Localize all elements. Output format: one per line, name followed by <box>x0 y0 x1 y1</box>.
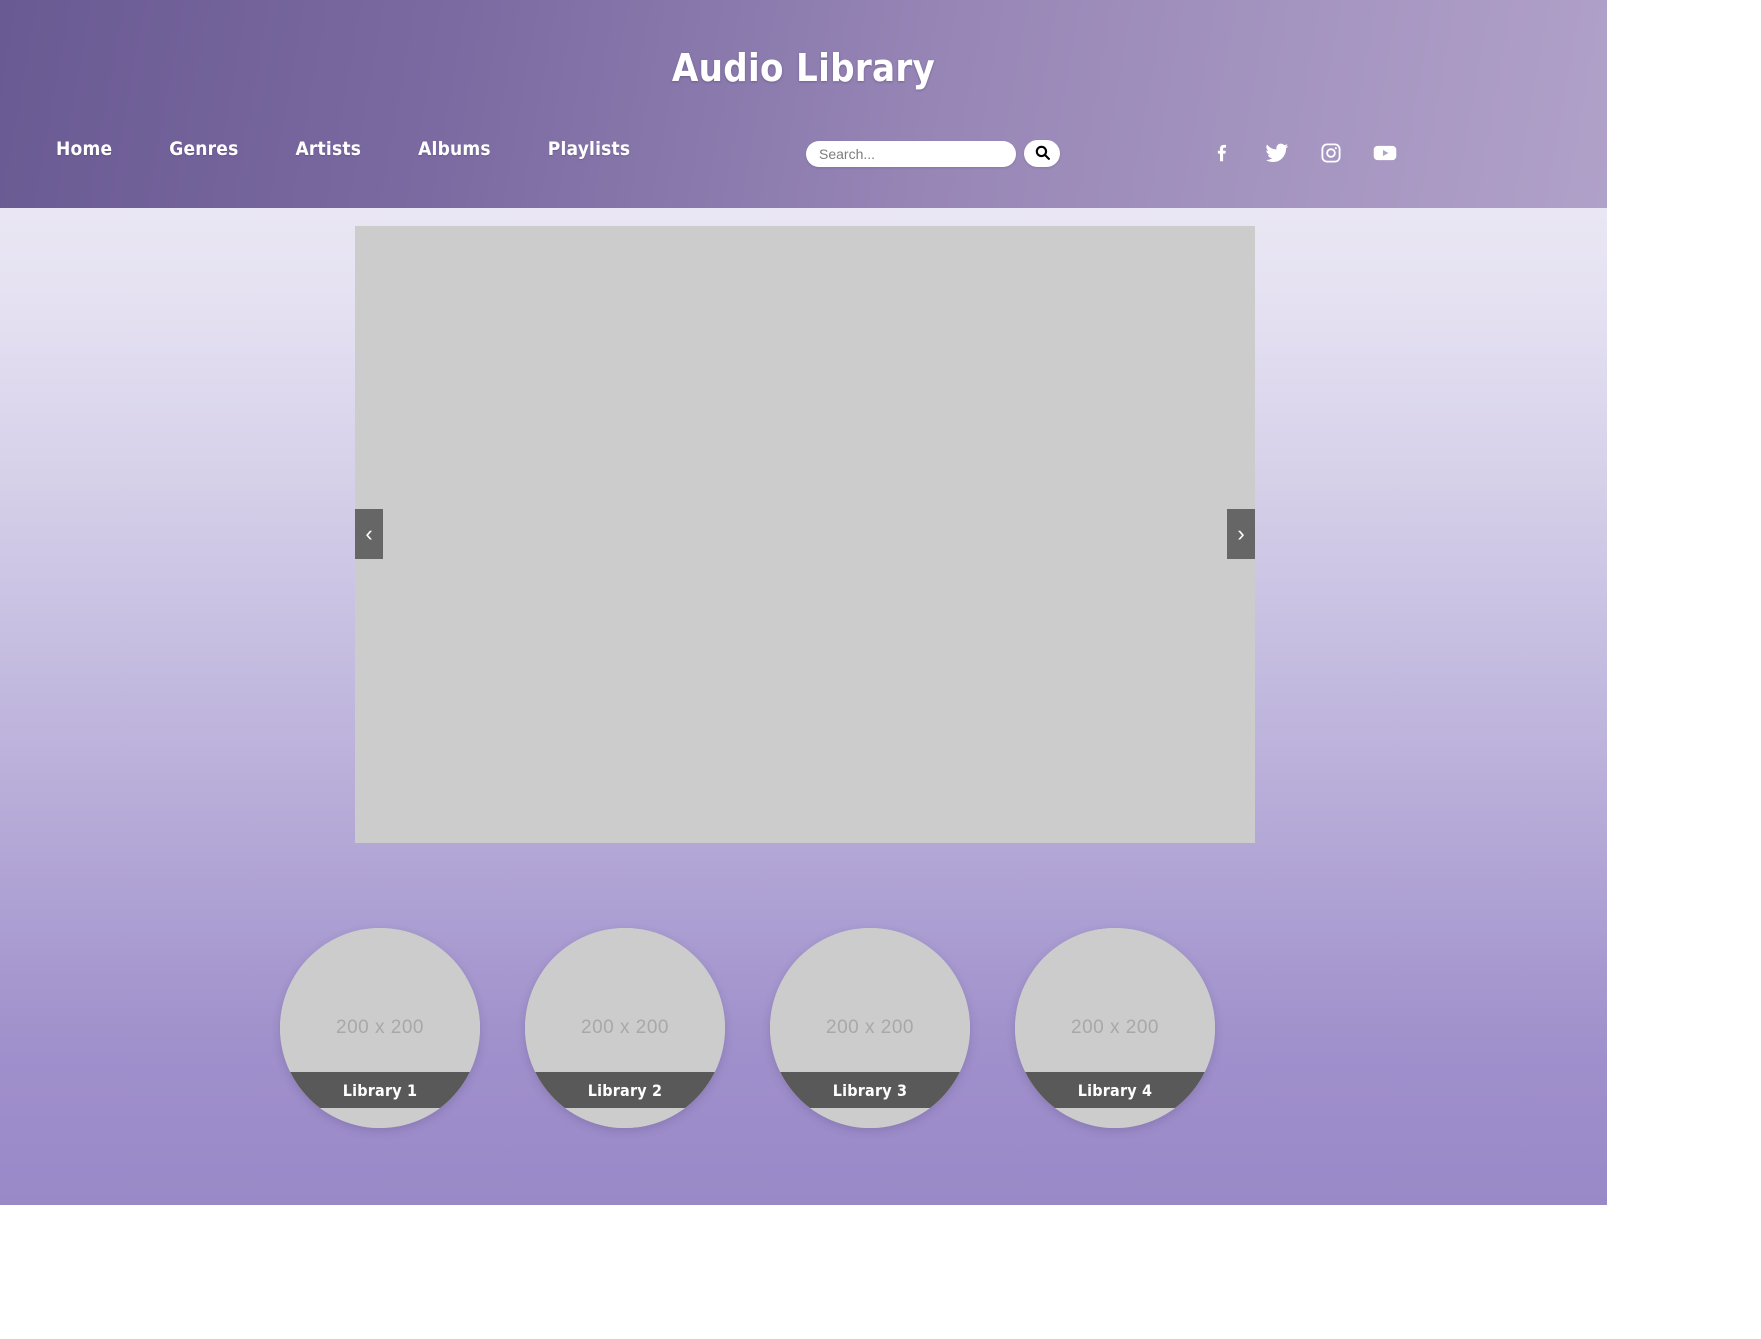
carousel-next-button[interactable]: › <box>1227 509 1255 559</box>
list-item[interactable]: 200 x 200 Library 2 <box>525 928 725 1128</box>
library-thumbnail-list: 200 x 200 Library 1 200 x 200 Library 2 … <box>280 928 1330 1128</box>
nav-item-genres[interactable]: Genres <box>169 138 238 160</box>
thumbnail-caption: Library 4 <box>1015 1072 1215 1108</box>
thumbnail-caption: Library 3 <box>770 1072 970 1108</box>
site-container: Audio Library Home Genres Artists Albums… <box>0 0 1607 1205</box>
youtube-icon[interactable] <box>1372 140 1398 166</box>
list-item[interactable]: 200 x 200 Library 1 <box>280 928 480 1128</box>
hero-carousel: ‹ › <box>355 226 1255 843</box>
main-navigation: Home Genres Artists Albums Playlists <box>56 138 630 160</box>
list-item[interactable]: 200 x 200 Library 4 <box>1015 928 1215 1128</box>
instagram-icon[interactable] <box>1318 140 1344 166</box>
page-body: ‹ › 200 x 200 Library 1 200 x 200 Librar… <box>0 208 1607 1205</box>
nav-item-home[interactable]: Home <box>56 138 112 160</box>
nav-item-albums[interactable]: Albums <box>418 138 491 160</box>
site-header: Audio Library Home Genres Artists Albums… <box>0 0 1607 208</box>
search-input[interactable] <box>806 140 1016 167</box>
page-root: Audio Library Home Genres Artists Albums… <box>0 0 1761 1339</box>
search-icon <box>1034 144 1051 164</box>
thumbnail-caption: Library 1 <box>280 1072 480 1108</box>
carousel-prev-button[interactable]: ‹ <box>355 509 383 559</box>
thumbnail-caption: Library 2 <box>525 1072 725 1108</box>
social-links <box>1210 140 1398 166</box>
page-title: Audio Library <box>671 46 936 90</box>
carousel-slide-image <box>355 226 1255 843</box>
nav-item-playlists[interactable]: Playlists <box>548 138 631 160</box>
search-bar <box>806 140 1060 167</box>
list-item[interactable]: 200 x 200 Library 3 <box>770 928 970 1128</box>
nav-item-artists[interactable]: Artists <box>295 138 361 160</box>
facebook-icon[interactable] <box>1210 140 1236 166</box>
search-button[interactable] <box>1024 140 1060 167</box>
twitter-icon[interactable] <box>1264 140 1290 166</box>
